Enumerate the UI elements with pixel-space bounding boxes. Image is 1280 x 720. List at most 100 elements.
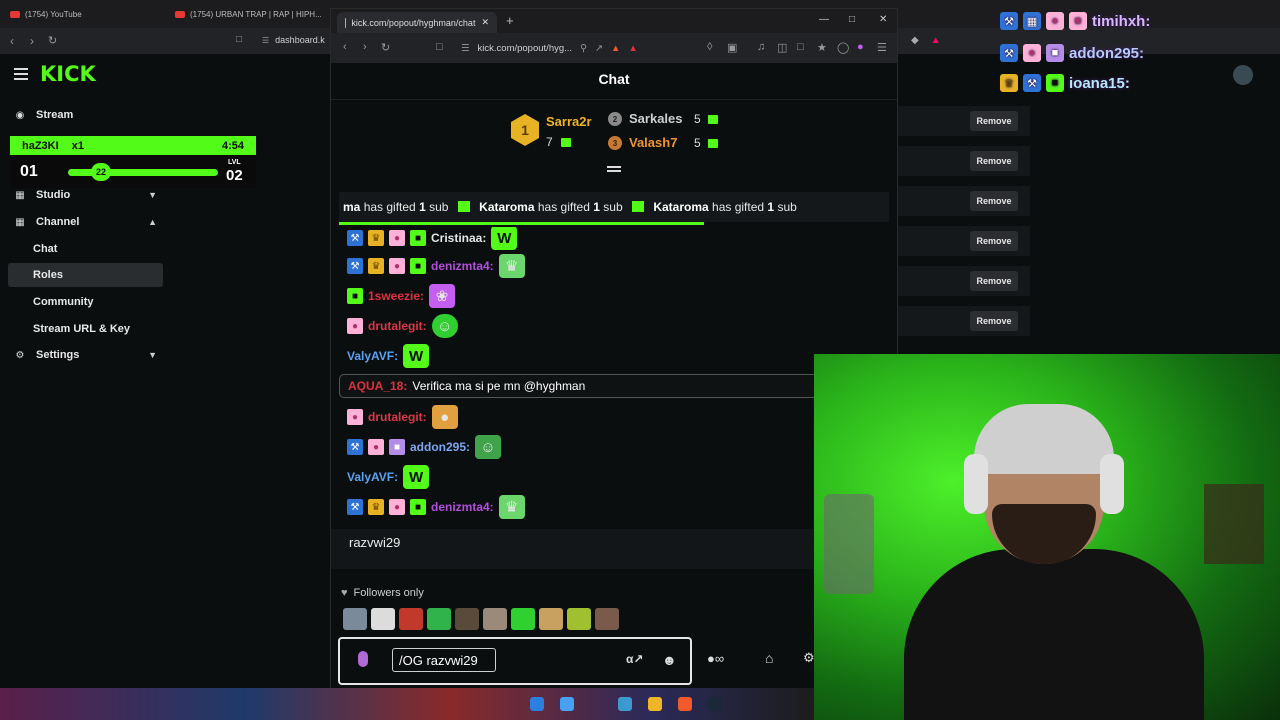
username[interactable]: ValyAVF: <box>347 470 398 484</box>
username[interactable]: AQUA_18: <box>348 379 407 393</box>
gear-icon: ⚙ <box>15 349 25 361</box>
username[interactable]: denizmta4: <box>431 500 494 514</box>
emote-w: W <box>491 227 518 250</box>
background-address-bar[interactable]: ☰ dashboard.k <box>262 31 325 49</box>
reload-icon[interactable]: ↻ <box>381 41 390 54</box>
leader-second-name[interactable]: Sarkales <box>629 111 683 126</box>
chevron-up-icon: ▲ <box>148 217 157 227</box>
microphone-icon[interactable] <box>358 651 368 667</box>
maximize-icon[interactable]: □ <box>849 14 855 25</box>
emote-button[interactable] <box>399 608 423 630</box>
og-icon: ● <box>1046 12 1064 30</box>
nav-community[interactable]: Community <box>8 290 163 314</box>
brave-shield-icon[interactable]: ▲ <box>611 43 620 54</box>
collapse-icon[interactable] <box>607 166 621 178</box>
bookmark-icon[interactable]: □ <box>436 41 443 53</box>
emote-button[interactable] <box>483 608 507 630</box>
crown-icon: ♛ <box>1000 74 1018 92</box>
emote-button[interactable] <box>343 608 367 630</box>
new-tab-button[interactable]: + <box>506 13 514 28</box>
emoji-icon[interactable]: ☻ <box>662 652 677 668</box>
wallet-icon[interactable]: □ <box>797 41 804 53</box>
steam-icon[interactable] <box>708 697 722 711</box>
leader-third-name[interactable]: Valash7 <box>629 135 677 150</box>
og-icon: ● <box>1023 44 1041 62</box>
emote-button[interactable] <box>427 608 451 630</box>
profile-icon[interactable]: ● <box>857 41 864 53</box>
emote-frog: ☺ <box>431 314 458 338</box>
puzzle-icon[interactable]: ★ <box>817 41 827 54</box>
windows-start-icon[interactable] <box>530 697 544 711</box>
emote-button[interactable] <box>511 608 535 630</box>
nav-stream-url-key[interactable]: Stream URL & Key <box>8 317 163 341</box>
bookmark-icon[interactable]: □ <box>236 34 242 45</box>
username[interactable]: Cristinaa: <box>431 231 486 245</box>
channel-points-icon[interactable]: ●∞ <box>707 651 724 666</box>
selected-chatter[interactable]: razvwi29 <box>349 535 400 550</box>
share-icon[interactable]: ↗ <box>595 43 603 54</box>
taskbar-app-icon[interactable] <box>618 697 632 711</box>
extension-icon[interactable]: ◆ <box>911 35 919 46</box>
username[interactable]: drutalegit: <box>368 410 427 424</box>
address-bar[interactable]: ☰ kick.com/popout/hyg... ⚲ ↗ ▲ ▲ <box>461 40 638 56</box>
chat-message-highlighted: AQUA_18: Verifica ma si pe mn @hyghman <box>339 374 889 398</box>
menu-icon[interactable]: ☰ <box>877 41 887 54</box>
emote-pepe: ☺ <box>475 435 502 459</box>
emote-button[interactable] <box>455 608 479 630</box>
nav-stream[interactable]: ◉ Stream <box>8 103 163 127</box>
gear-icon[interactable]: ⚙ <box>803 650 815 666</box>
zoom-icon[interactable]: ⚲ <box>580 43 587 54</box>
taskbar-app-icon[interactable] <box>560 697 574 711</box>
remove-button[interactable]: Remove <box>970 191 1018 211</box>
minimize-icon[interactable]: — <box>819 14 829 25</box>
close-window-icon[interactable]: ✕ <box>879 14 887 25</box>
reload-icon[interactable]: ↻ <box>48 34 57 47</box>
nav-roles[interactable]: Roles <box>8 263 163 287</box>
avatar[interactable] <box>1233 65 1253 85</box>
brave-rewards-icon[interactable]: ▲ <box>628 43 637 54</box>
tab-music[interactable]: (1754) URBAN TRAP | RAP | HIPH... <box>175 5 322 23</box>
emote-button[interactable] <box>371 608 395 630</box>
rank-3-badge: 3 <box>608 136 622 150</box>
tab-youtube[interactable]: (1754) YouTube <box>10 5 82 23</box>
remove-button[interactable]: Remove <box>970 311 1018 331</box>
translate-icon[interactable]: α↗ <box>626 652 643 666</box>
username[interactable]: denizmta4: <box>431 259 494 273</box>
folder-icon[interactable] <box>648 697 662 711</box>
remove-button[interactable]: Remove <box>970 111 1018 131</box>
remove-button[interactable]: Remove <box>970 271 1018 291</box>
menu-icon[interactable] <box>14 68 28 80</box>
username[interactable]: ValyAVF: <box>347 349 398 363</box>
username[interactable]: addon295: <box>410 440 470 454</box>
forward-icon[interactable]: › <box>30 34 34 48</box>
brave-icon[interactable] <box>678 697 692 711</box>
youtube-icon <box>10 10 20 18</box>
nav-settings[interactable]: ⚙ Settings ▼ <box>8 343 163 367</box>
emote-button[interactable] <box>539 608 563 630</box>
emote-button[interactable] <box>567 608 591 630</box>
remove-button[interactable]: Remove <box>970 231 1018 251</box>
username[interactable]: 1sweezie: <box>368 289 424 303</box>
nav-chat[interactable]: Chat <box>8 237 163 261</box>
chat-message: ⚒ ♛ ● ■ Cristinaa: W <box>347 227 518 251</box>
extension-icon[interactable]: ▲ <box>931 35 941 46</box>
forward-icon[interactable]: › <box>363 41 367 53</box>
leader-first-name[interactable]: Sarra2r <box>546 114 592 129</box>
kick-logo[interactable]: KICK <box>40 62 96 86</box>
chat-input[interactable] <box>392 648 496 672</box>
window-icon[interactable]: ▣ <box>727 41 737 54</box>
close-tab-icon[interactable]: ✕ <box>481 17 489 28</box>
remove-button[interactable]: Remove <box>970 151 1018 171</box>
nav-channel[interactable]: ▦ Channel ▲ <box>8 210 163 234</box>
music-icon[interactable]: ♫ <box>757 41 765 53</box>
vpn-icon[interactable]: ◯ <box>837 41 849 54</box>
extensions-icon[interactable]: ◊ <box>707 41 712 53</box>
gift-icon: ■ <box>1046 44 1064 62</box>
back-icon[interactable]: ‹ <box>10 34 14 48</box>
emote-button[interactable] <box>595 608 619 630</box>
username[interactable]: drutalegit: <box>368 319 427 333</box>
tab-kick-chat[interactable]: kick.com/popout/hyghman/chat ✕ <box>337 12 497 33</box>
sidebar-icon[interactable]: ◫ <box>777 41 787 54</box>
back-icon[interactable]: ‹ <box>343 41 347 53</box>
store-icon[interactable]: ⌂ <box>765 650 773 666</box>
